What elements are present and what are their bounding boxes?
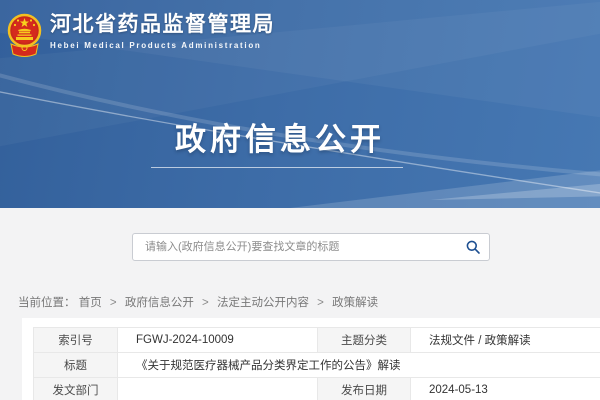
breadcrumb-label: 当前位置： [18,297,76,309]
field-value-title: 《关于规范医疗器械产品分类界定工作的公告》解读 [118,353,600,378]
breadcrumb-item-info-disclosure[interactable]: 政府信息公开 [125,297,194,309]
field-label-publish-date: 发布日期 [318,378,411,400]
field-value-publish-date: 2024-05-13 [411,378,600,400]
site-subtitle-en: Hebei Medical Products Administration [50,41,275,50]
field-label-issuing-department: 发文部门 [34,378,118,400]
table-row: 标题 《关于规范医疗器械产品分类界定工作的公告》解读 [34,353,600,378]
field-label-index-number: 索引号 [34,328,118,353]
search-button[interactable] [457,234,489,260]
site-header-banner: 河北省药品监督管理局 Hebei Medical Products Admini… [0,0,600,208]
site-title: 河北省药品监督管理局 [50,12,275,38]
breadcrumb-separator: > [110,297,117,309]
table-row: 发文部门 发布日期 2024-05-13 [34,378,600,400]
page-title: 政府信息公开 [175,114,385,159]
breadcrumb-separator: > [317,297,324,309]
field-value-index-number: FGWJ-2024-10009 [118,328,318,353]
field-value-issuing-department [118,378,318,400]
field-label-title: 标题 [34,353,118,378]
search-icon [465,239,481,255]
breadcrumb-item-home[interactable]: 首页 [79,297,102,309]
breadcrumb-separator: > [202,297,209,309]
china-national-emblem-icon [6,12,43,59]
breadcrumb-item-statutory-disclosure[interactable]: 法定主动公开内容 [217,297,309,309]
site-brand[interactable]: 河北省药品监督管理局 Hebei Medical Products Admini… [6,12,275,59]
main-content: 当前位置： 首页 > 政府信息公开 > 法定主动公开内容 > 政策解读 索引号 … [0,208,600,400]
table-row: 索引号 FGWJ-2024-10009 主题分类 法规文件 / 政策解读 [34,328,600,353]
search-input[interactable] [133,234,457,260]
field-value-subject-category: 法规文件 / 政策解读 [411,328,600,353]
page: 河北省药品监督管理局 Hebei Medical Products Admini… [0,0,600,400]
title-underline [151,167,403,168]
breadcrumb-item-policy-interpretation[interactable]: 政策解读 [332,297,378,309]
breadcrumb: 当前位置： 首页 > 政府信息公开 > 法定主动公开内容 > 政策解读 [18,294,378,310]
document-info-card: 索引号 FGWJ-2024-10009 主题分类 法规文件 / 政策解读 标题 … [22,318,600,400]
search-bar [132,233,490,261]
document-info-table: 索引号 FGWJ-2024-10009 主题分类 法规文件 / 政策解读 标题 … [33,327,600,400]
field-label-subject-category: 主题分类 [318,328,411,353]
